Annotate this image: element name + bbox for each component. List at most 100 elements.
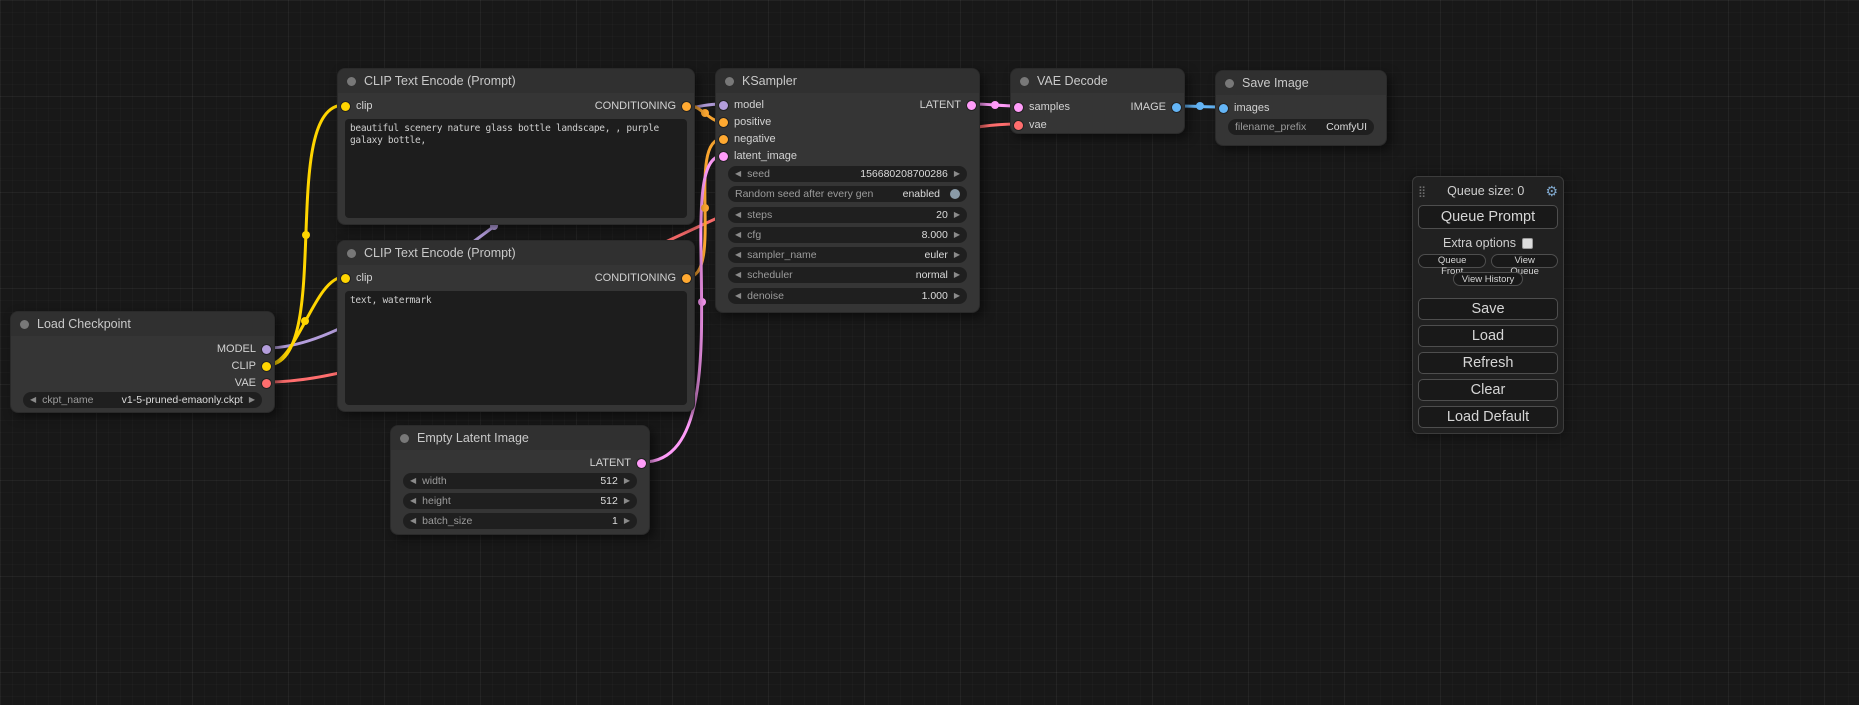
width-widget[interactable]: ◀ width 512 ▶ bbox=[403, 473, 637, 489]
node-title-bar[interactable]: VAE Decode bbox=[1011, 69, 1184, 93]
settings-gear-icon[interactable]: ⚙ bbox=[1545, 183, 1558, 200]
conditioning-output-slot[interactable] bbox=[682, 274, 691, 283]
images-input-slot[interactable] bbox=[1219, 104, 1228, 113]
collapse-dot-icon[interactable] bbox=[20, 320, 29, 329]
decrement-arrow-icon[interactable]: ◀ bbox=[30, 396, 36, 404]
model-input-slot[interactable] bbox=[719, 101, 728, 110]
extra-options-checkbox[interactable] bbox=[1522, 238, 1533, 249]
random-seed-toggle-widget[interactable]: Random seed after every gen enabled bbox=[728, 186, 967, 202]
batch-size-widget[interactable]: ◀ batch_size 1 ▶ bbox=[403, 513, 637, 529]
widget-value: 20 bbox=[936, 209, 948, 221]
view-queue-button[interactable]: View Queue bbox=[1491, 254, 1558, 268]
input-slot-row: model bbox=[719, 98, 764, 112]
model-input-label: model bbox=[734, 99, 764, 111]
widget-value: 1.000 bbox=[922, 290, 948, 302]
increment-arrow-icon[interactable]: ▶ bbox=[954, 271, 960, 279]
widget-label: denoise bbox=[747, 290, 784, 302]
increment-arrow-icon[interactable]: ▶ bbox=[954, 170, 960, 178]
node-title-bar[interactable]: Save Image bbox=[1216, 71, 1386, 95]
extra-options-label: Extra options bbox=[1443, 236, 1516, 250]
input-slot-row: clip bbox=[341, 99, 373, 113]
decrement-arrow-icon[interactable]: ◀ bbox=[735, 231, 741, 239]
clip-output-slot[interactable] bbox=[262, 362, 271, 371]
model-output-slot[interactable] bbox=[262, 345, 271, 354]
prompt-textarea[interactable]: beautiful scenery nature glass bottle la… bbox=[345, 119, 687, 218]
decrement-arrow-icon[interactable]: ◀ bbox=[735, 251, 741, 259]
node-ksampler[interactable]: KSampler model positive negative latent_… bbox=[715, 68, 980, 313]
node-save-image[interactable]: Save Image images filename_prefix ComfyU… bbox=[1215, 70, 1387, 146]
vae-output-slot[interactable] bbox=[262, 379, 271, 388]
node-clip-text-encode-negative[interactable]: CLIP Text Encode (Prompt) clip CONDITION… bbox=[337, 240, 695, 412]
clip-input-slot[interactable] bbox=[341, 102, 350, 111]
collapse-dot-icon[interactable] bbox=[1225, 79, 1234, 88]
view-history-button[interactable]: View History bbox=[1453, 272, 1524, 286]
image-output-slot[interactable] bbox=[1172, 103, 1181, 112]
link-midpoint-dot bbox=[301, 317, 309, 325]
node-title-bar[interactable]: Empty Latent Image bbox=[391, 426, 649, 450]
decrement-arrow-icon[interactable]: ◀ bbox=[410, 497, 416, 505]
save-button[interactable]: Save bbox=[1418, 298, 1558, 320]
input-slot-row: latent_image bbox=[719, 149, 797, 163]
negative-input-slot[interactable] bbox=[719, 135, 728, 144]
increment-arrow-icon[interactable]: ▶ bbox=[954, 292, 960, 300]
queue-prompt-button[interactable]: Queue Prompt bbox=[1418, 205, 1558, 229]
decrement-arrow-icon[interactable]: ◀ bbox=[735, 292, 741, 300]
node-title: Save Image bbox=[1242, 76, 1309, 90]
samples-input-slot[interactable] bbox=[1014, 103, 1023, 112]
vae-input-slot[interactable] bbox=[1014, 121, 1023, 130]
decrement-arrow-icon[interactable]: ◀ bbox=[735, 271, 741, 279]
height-widget[interactable]: ◀ height 512 ▶ bbox=[403, 493, 637, 509]
increment-arrow-icon[interactable]: ▶ bbox=[249, 396, 255, 404]
positive-input-slot[interactable] bbox=[719, 118, 728, 127]
node-title-bar[interactable]: CLIP Text Encode (Prompt) bbox=[338, 69, 694, 93]
collapse-dot-icon[interactable] bbox=[1020, 77, 1029, 86]
denoise-widget[interactable]: ◀ denoise 1.000 ▶ bbox=[728, 288, 967, 304]
decrement-arrow-icon[interactable]: ◀ bbox=[735, 211, 741, 219]
queue-front-button[interactable]: Queue Front bbox=[1418, 254, 1486, 268]
increment-arrow-icon[interactable]: ▶ bbox=[624, 517, 630, 525]
node-load-checkpoint[interactable]: Load Checkpoint MODEL CLIP VAE ◀ ckpt_na… bbox=[10, 311, 275, 413]
drag-handle-icon[interactable]: ⣿ bbox=[1418, 185, 1426, 198]
node-title: CLIP Text Encode (Prompt) bbox=[364, 74, 516, 88]
latent-output-slot[interactable] bbox=[637, 459, 646, 468]
decrement-arrow-icon[interactable]: ◀ bbox=[410, 477, 416, 485]
collapse-dot-icon[interactable] bbox=[725, 77, 734, 86]
node-title-bar[interactable]: CLIP Text Encode (Prompt) bbox=[338, 241, 694, 265]
steps-widget[interactable]: ◀ steps 20 ▶ bbox=[728, 207, 967, 223]
node-empty-latent-image[interactable]: Empty Latent Image LATENT ◀ width 512 ▶ … bbox=[390, 425, 650, 535]
conditioning-output-slot[interactable] bbox=[682, 102, 691, 111]
decrement-arrow-icon[interactable]: ◀ bbox=[410, 517, 416, 525]
node-vae-decode[interactable]: VAE Decode samples vae IMAGE bbox=[1010, 68, 1185, 134]
node-title-bar[interactable]: Load Checkpoint bbox=[11, 312, 274, 336]
clip-input-slot[interactable] bbox=[341, 274, 350, 283]
increment-arrow-icon[interactable]: ▶ bbox=[954, 231, 960, 239]
prompt-textarea[interactable]: text, watermark bbox=[345, 291, 687, 405]
sampler-name-widget[interactable]: ◀ sampler_name euler ▶ bbox=[728, 247, 967, 263]
clip-input-label: clip bbox=[356, 272, 373, 284]
seed-widget[interactable]: ◀ seed 156680208700286 ▶ bbox=[728, 166, 967, 182]
refresh-button[interactable]: Refresh bbox=[1418, 352, 1558, 374]
latent-output-slot[interactable] bbox=[967, 101, 976, 110]
node-title: KSampler bbox=[742, 74, 797, 88]
node-title-bar[interactable]: KSampler bbox=[716, 69, 979, 93]
cfg-widget[interactable]: ◀ cfg 8.000 ▶ bbox=[728, 227, 967, 243]
increment-arrow-icon[interactable]: ▶ bbox=[624, 497, 630, 505]
increment-arrow-icon[interactable]: ▶ bbox=[954, 211, 960, 219]
decrement-arrow-icon[interactable]: ◀ bbox=[735, 170, 741, 178]
load-default-button[interactable]: Load Default bbox=[1418, 406, 1558, 428]
toggle-indicator-icon[interactable] bbox=[950, 189, 960, 199]
filename-prefix-widget[interactable]: filename_prefix ComfyUI bbox=[1228, 119, 1374, 135]
increment-arrow-icon[interactable]: ▶ bbox=[954, 251, 960, 259]
collapse-dot-icon[interactable] bbox=[400, 434, 409, 443]
load-button[interactable]: Load bbox=[1418, 325, 1558, 347]
collapse-dot-icon[interactable] bbox=[347, 249, 356, 258]
widget-value: 156680208700286 bbox=[860, 168, 948, 180]
ckpt-name-widget[interactable]: ◀ ckpt_name v1-5-pruned-emaonly.ckpt ▶ bbox=[23, 392, 262, 408]
graph-canvas[interactable]: Load Checkpoint MODEL CLIP VAE ◀ ckpt_na… bbox=[0, 0, 1859, 705]
increment-arrow-icon[interactable]: ▶ bbox=[624, 477, 630, 485]
latent-image-input-slot[interactable] bbox=[719, 152, 728, 161]
scheduler-widget[interactable]: ◀ scheduler normal ▶ bbox=[728, 267, 967, 283]
clear-button[interactable]: Clear bbox=[1418, 379, 1558, 401]
node-clip-text-encode-positive[interactable]: CLIP Text Encode (Prompt) clip CONDITION… bbox=[337, 68, 695, 225]
collapse-dot-icon[interactable] bbox=[347, 77, 356, 86]
